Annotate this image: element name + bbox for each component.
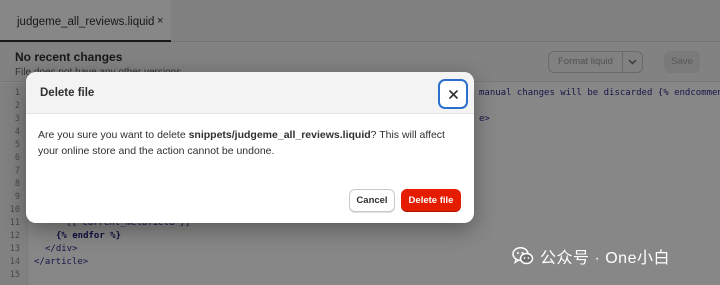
delete-file-button[interactable]: Delete file <box>401 189 461 212</box>
dialog-footer: Cancel Delete file <box>26 179 474 223</box>
dialog-header: Delete file <box>26 72 474 114</box>
delete-file-dialog: Delete file Are you sure you want to del… <box>26 72 474 223</box>
watermark: 公众号 · One小白 <box>512 244 670 268</box>
file-path: snippets/judgeme_all_reviews.liquid <box>188 129 371 141</box>
watermark-text: 公众号 · One小白 <box>540 250 670 267</box>
close-icon <box>448 89 458 99</box>
wechat-icon <box>512 246 534 265</box>
message-prefix: Are you sure you want to delete <box>38 129 189 141</box>
close-button[interactable] <box>438 79 468 109</box>
dialog-title: Delete file <box>40 87 95 99</box>
dialog-message: Are you sure you want to delete snippets… <box>38 127 462 159</box>
cancel-button[interactable]: Cancel <box>349 189 395 212</box>
